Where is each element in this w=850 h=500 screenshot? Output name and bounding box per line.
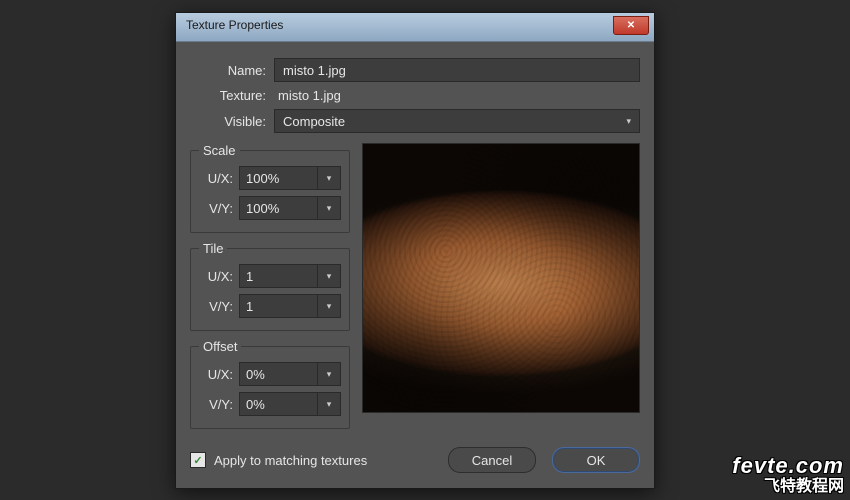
texture-value: misto 1.jpg <box>274 88 341 103</box>
apply-matching-label: Apply to matching textures <box>214 453 367 468</box>
offset-group: Offset U/X: 0% ▾ V/Y: 0% ▾ <box>190 339 350 429</box>
scale-vy-value: 100% <box>240 201 317 216</box>
chevron-down-icon: ▾ <box>317 197 340 219</box>
watermark-line1: fevte.com <box>732 454 844 478</box>
tile-ux-input[interactable]: 1 ▾ <box>239 264 341 288</box>
visible-value: Composite <box>283 114 345 129</box>
chevron-down-icon: ▾ <box>317 393 340 415</box>
scale-ux-value: 100% <box>240 171 317 186</box>
texture-label: Texture: <box>190 88 274 103</box>
chevron-down-icon: ▾ <box>317 167 340 189</box>
name-label: Name: <box>190 63 274 78</box>
scale-ux-input[interactable]: 100% ▾ <box>239 166 341 190</box>
ok-button[interactable]: OK <box>552 447 640 473</box>
tile-ux-label: U/X: <box>199 269 233 284</box>
scale-ux-label: U/X: <box>199 171 233 186</box>
texture-properties-dialog: Texture Properties ✕ Name: Texture: mist… <box>175 12 655 489</box>
visible-select[interactable]: Composite ▾ <box>274 109 640 133</box>
tile-vy-label: V/Y: <box>199 299 233 314</box>
offset-ux-value: 0% <box>240 367 317 382</box>
offset-vy-input[interactable]: 0% ▾ <box>239 392 341 416</box>
tile-vy-value: 1 <box>240 299 317 314</box>
titlebar[interactable]: Texture Properties ✕ <box>176 13 654 42</box>
checkbox-icon: ✓ <box>190 452 206 468</box>
chevron-down-icon: ▾ <box>317 295 340 317</box>
dialog-title: Texture Properties <box>186 18 283 32</box>
scale-vy-input[interactable]: 100% ▾ <box>239 196 341 220</box>
tile-vy-input[interactable]: 1 ▾ <box>239 294 341 318</box>
close-button[interactable]: ✕ <box>613 16 649 35</box>
scale-vy-label: V/Y: <box>199 201 233 216</box>
apply-matching-checkbox[interactable]: ✓ Apply to matching textures <box>190 452 367 468</box>
chevron-down-icon: ▾ <box>317 363 340 385</box>
offset-vy-value: 0% <box>240 397 317 412</box>
chevron-down-icon: ▾ <box>626 116 631 127</box>
dialog-body: Name: Texture: misto 1.jpg Visible: Comp… <box>176 42 654 483</box>
chevron-down-icon: ▾ <box>317 265 340 287</box>
tile-title: Tile <box>199 241 227 256</box>
tile-ux-value: 1 <box>240 269 317 284</box>
visible-label: Visible: <box>190 114 274 129</box>
watermark: fevte.com 飞特教程网 <box>732 454 844 496</box>
offset-ux-label: U/X: <box>199 367 233 382</box>
close-icon: ✕ <box>627 20 635 31</box>
scale-group: Scale U/X: 100% ▾ V/Y: 100% ▾ <box>190 143 350 233</box>
watermark-line2: 飞特教程网 <box>732 478 844 496</box>
scale-title: Scale <box>199 143 240 158</box>
texture-preview <box>362 143 640 413</box>
offset-ux-input[interactable]: 0% ▾ <box>239 362 341 386</box>
cancel-button[interactable]: Cancel <box>448 447 536 473</box>
name-input[interactable] <box>274 58 640 82</box>
offset-vy-label: V/Y: <box>199 397 233 412</box>
tile-group: Tile U/X: 1 ▾ V/Y: 1 ▾ <box>190 241 350 331</box>
offset-title: Offset <box>199 339 241 354</box>
